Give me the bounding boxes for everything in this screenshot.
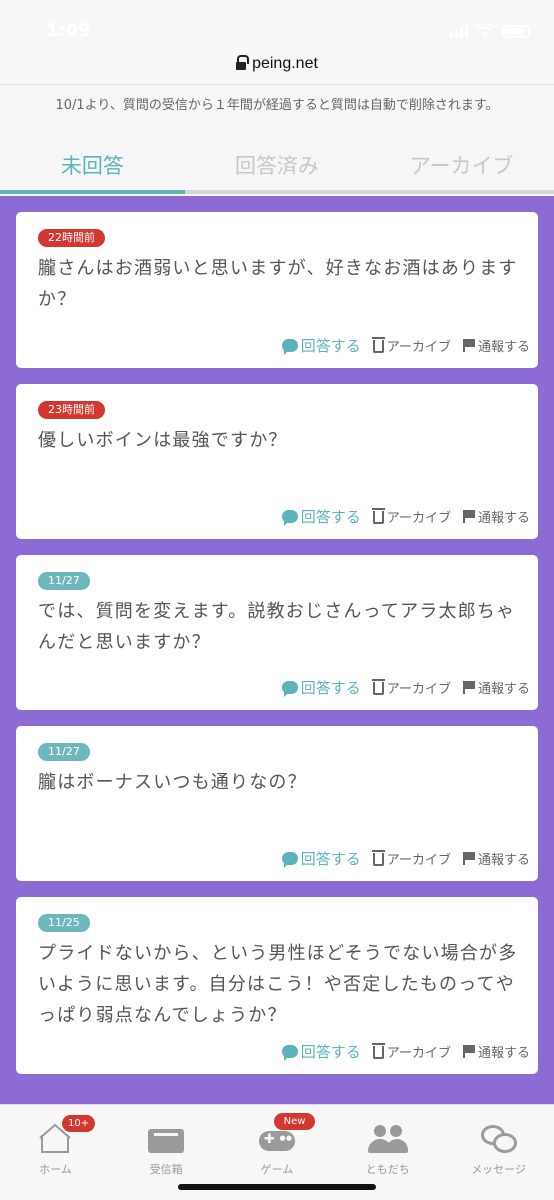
question-time-badge: 11/27 [38,743,90,761]
question-actions: 回答する アーカイブ 通報する [281,848,530,869]
status-icons [450,24,530,38]
trash-icon [371,337,385,353]
flag-icon [462,1045,475,1058]
nav-home[interactable]: 10+ ホーム [0,1105,111,1200]
answer-button[interactable]: 回答する [281,1041,361,1062]
question-actions: 回答する アーカイブ 通報する [281,335,530,356]
question-card: 22時間前 朧さんはお酒弱いと思いますが、好きなお酒はありますか？ 回答する ア… [16,212,538,368]
question-time-badge: 23時間前 [38,401,105,419]
chat-icon [479,1121,519,1155]
nav-friends-label: ともだち [365,1163,410,1176]
nav-home-label: ホーム [39,1163,72,1176]
speech-bubble-icon [281,681,298,697]
question-card: 23時間前 優しいボインは最強ですか？ 回答する アーカイブ 通報する [16,384,538,539]
lock-icon [236,54,250,72]
flag-icon [462,510,475,523]
trash-icon [371,679,385,695]
speech-bubble-icon [281,1045,298,1061]
question-text: 朧さんはお酒弱いと思いますが、好きなお酒はありますか？ [38,258,518,310]
friends-icon [367,1121,408,1155]
trash-icon [371,508,385,524]
speech-bubble-icon [281,339,298,355]
archive-button[interactable]: アーカイブ [371,336,451,355]
answer-label: 回答する [300,850,361,868]
archive-label: アーカイブ [386,853,451,868]
question-card: 11/27 では、質問を変えます。説教おじさんってアラ太郎ちゃんだと思いますか？… [16,555,538,710]
answer-button[interactable]: 回答する [281,677,361,698]
game-new-badge: New [273,1113,316,1130]
archive-button[interactable]: アーカイブ [371,1042,451,1061]
trash-icon [371,850,385,866]
archive-button[interactable]: アーカイブ [371,507,451,526]
speech-bubble-icon [281,852,298,868]
trash-icon [371,1043,385,1059]
answer-label: 回答する [300,679,361,697]
archive-button[interactable]: アーカイブ [371,849,451,868]
answer-label: 回答する [300,1043,361,1061]
nav-message[interactable]: メッセージ [443,1105,554,1200]
archive-label: アーカイブ [386,1046,451,1061]
answer-button[interactable]: 回答する [281,335,361,356]
answer-button[interactable]: 回答する [281,848,361,869]
home-badge: 10+ [62,1115,96,1132]
inbox-icon [146,1121,186,1155]
bottom-nav: 10+ ホーム 受信箱 New ゲーム ともだち メッセージ [0,1104,554,1200]
question-text: プライドないから、という男性ほどそうでない場合が多いように思います。自分はこう！… [38,943,518,1026]
question-time-badge: 11/27 [38,572,90,590]
speech-bubble-icon [281,510,298,526]
report-button[interactable]: 通報する [462,678,530,697]
report-label: 通報する [477,853,530,868]
question-actions: 回答する アーカイブ 通報する [281,506,530,527]
report-button[interactable]: 通報する [462,1042,530,1061]
report-label: 通報する [477,682,530,697]
report-label: 通報する [477,340,530,355]
report-label: 通報する [477,1046,530,1061]
question-actions: 回答する アーカイブ 通報する [281,677,530,698]
report-label: 通報する [477,511,530,526]
tab-bar: 未回答 回答済み アーカイブ [0,128,554,196]
home-indicator [178,1184,376,1190]
archive-label: アーカイブ [386,340,451,355]
signal-icon [450,24,468,38]
question-text: 優しいボインは最強ですか？ [38,430,288,451]
nav-game-label: ゲーム [260,1163,294,1176]
wifi-icon [476,24,494,37]
answer-label: 回答する [300,337,361,355]
notice-banner: 10/1より、質問の受信から１年間が経過すると質問は自動で削除されます。 [0,84,554,128]
question-time-badge: 11/25 [38,914,90,932]
url-text: peing.net [252,55,318,72]
question-actions: 回答する アーカイブ 通報する [281,1041,530,1062]
nav-inbox-label: 受信箱 [149,1163,183,1176]
flag-icon [462,339,475,352]
question-text: では、質問を変えます。説教おじさんってアラ太郎ちゃんだと思いますか？ [38,601,516,653]
answer-button[interactable]: 回答する [281,506,361,527]
report-button[interactable]: 通報する [462,849,530,868]
tab-unanswered[interactable]: 未回答 [0,128,185,196]
battery-icon [502,24,530,38]
answer-label: 回答する [300,508,361,526]
status-bar: 1:09 [0,0,554,44]
tab-archive[interactable]: アーカイブ [369,128,554,196]
question-card: 11/25 プライドないから、という男性ほどそうでない場合が多いように思います。… [16,897,538,1074]
status-time: 1:09 [46,20,91,41]
nav-message-label: メッセージ [471,1163,526,1176]
archive-label: アーカイブ [386,511,451,526]
archive-label: アーカイブ [386,682,451,697]
question-text: 朧はボーナスいつも通りなの？ [38,772,307,793]
archive-button[interactable]: アーカイブ [371,678,451,697]
report-button[interactable]: 通報する [462,336,530,355]
report-button[interactable]: 通報する [462,507,530,526]
question-card: 11/27 朧はボーナスいつも通りなの？ 回答する アーカイブ 通報する [16,726,538,881]
flag-icon [462,681,475,694]
question-list: 22時間前 朧さんはお酒弱いと思いますが、好きなお酒はありますか？ 回答する ア… [16,212,538,1090]
question-time-badge: 22時間前 [38,229,105,247]
tab-answered[interactable]: 回答済み [184,128,370,196]
flag-icon [462,852,475,865]
url-bar[interactable]: peing.net [0,44,554,84]
